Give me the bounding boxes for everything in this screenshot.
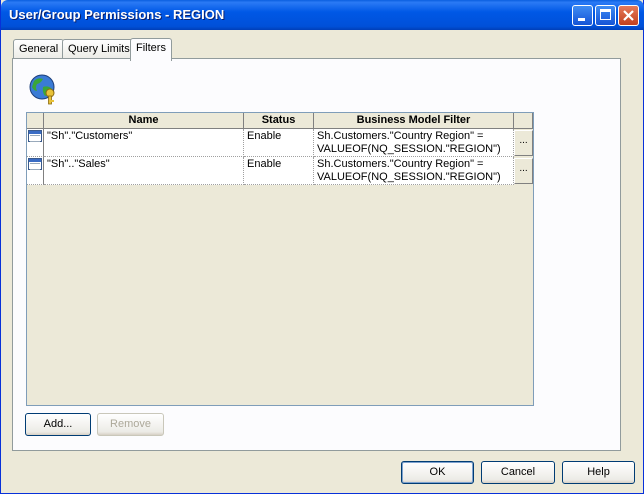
maximize-button[interactable] — [595, 5, 616, 26]
filters-grid[interactable]: Name Status Business Model Filter "Sh"."… — [26, 112, 534, 406]
filter-line: Sh.Customers."Country Region" = — [317, 158, 484, 170]
cell-name[interactable]: "Sh"."Customers" — [44, 129, 244, 157]
row-selector[interactable] — [27, 129, 44, 157]
cell-filter[interactable]: Sh.Customers."Country Region" = VALUEOF(… — [314, 129, 514, 157]
tab-filters[interactable]: Filters — [130, 38, 172, 61]
title-bar[interactable]: User/Group Permissions - REGION — [1, 0, 644, 30]
ok-button[interactable]: OK — [401, 461, 474, 484]
tab-query-limits[interactable]: Query Limits — [62, 39, 136, 59]
remove-button[interactable]: Remove — [97, 413, 164, 436]
close-button[interactable] — [618, 5, 639, 26]
cell-name[interactable]: "Sh".."Sales" — [44, 157, 244, 185]
permissions-dialog: User/Group Permissions - REGION General … — [0, 0, 644, 494]
filter-line: VALUEOF(NQ_SESSION."REGION") — [317, 171, 501, 183]
column-header-status[interactable]: Status — [244, 113, 314, 129]
window-title: User/Group Permissions - REGION — [9, 7, 225, 22]
help-button[interactable]: Help — [562, 461, 635, 484]
minimize-button[interactable] — [572, 5, 593, 26]
column-header-more — [514, 113, 533, 129]
cell-filter[interactable]: Sh.Customers."Country Region" = VALUEOF(… — [314, 157, 514, 185]
close-icon — [623, 10, 634, 21]
edit-filter-button[interactable]: ... — [514, 158, 533, 184]
minimize-icon — [578, 18, 585, 21]
add-button[interactable]: Add... — [25, 413, 91, 436]
column-header-business-model-filter[interactable]: Business Model Filter — [314, 113, 514, 129]
globe-key-icon — [29, 74, 55, 105]
table-icon — [28, 158, 42, 170]
column-header-name[interactable]: Name — [44, 113, 244, 129]
table-icon — [28, 130, 42, 142]
cancel-button[interactable]: Cancel — [481, 461, 555, 484]
cell-status[interactable]: Enable — [244, 129, 314, 157]
edit-filter-button[interactable]: ... — [514, 130, 533, 156]
maximize-icon — [600, 9, 611, 20]
row-selector[interactable] — [27, 157, 44, 185]
filter-line: VALUEOF(NQ_SESSION."REGION") — [317, 143, 501, 155]
tab-general[interactable]: General — [13, 39, 65, 59]
cell-status[interactable]: Enable — [244, 157, 314, 185]
grid-corner-header — [27, 113, 44, 129]
filter-line: Sh.Customers."Country Region" = — [317, 130, 484, 142]
